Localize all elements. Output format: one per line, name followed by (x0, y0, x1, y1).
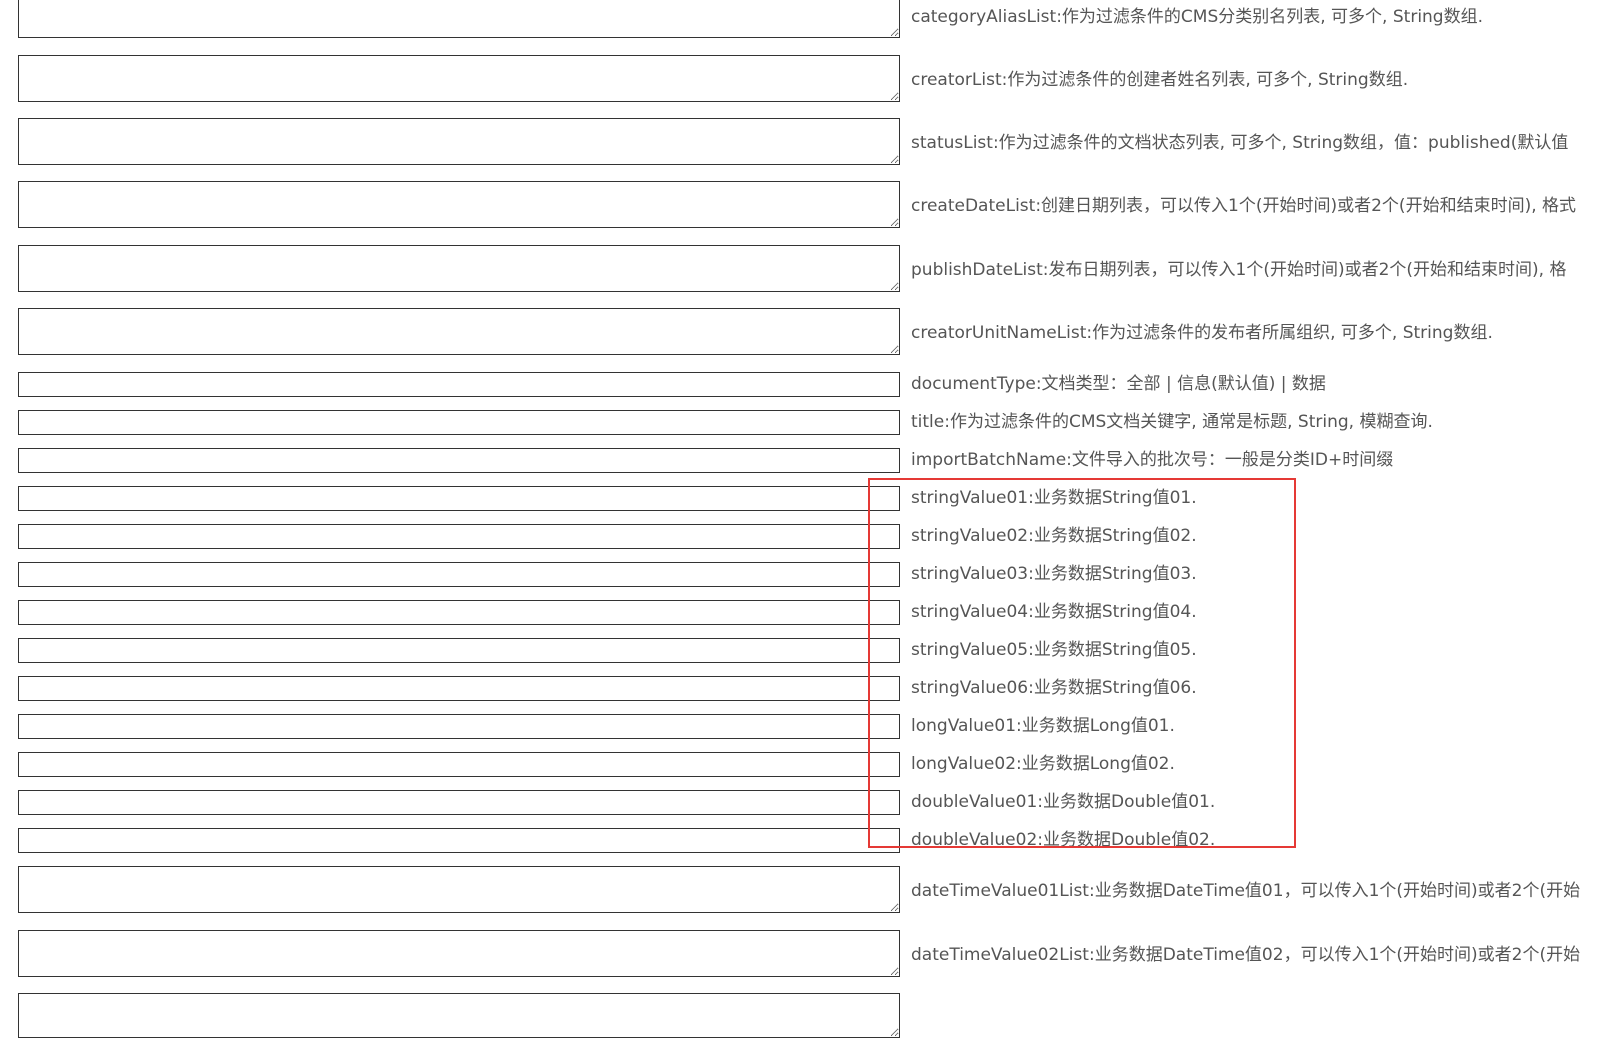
import-batch-name-label: importBatchName:文件导入的批次号：一般是分类ID+时间缀 (911, 450, 1394, 470)
string-value-02-input[interactable] (18, 524, 900, 549)
long-value-02-input[interactable] (18, 752, 900, 777)
creator-unit-name-list-textarea[interactable] (18, 308, 900, 355)
publish-date-list-textarea[interactable] (18, 245, 900, 292)
long-value-02-label: longValue02:业务数据Long值02. (911, 754, 1175, 774)
datetime-value-01-list-label: dateTimeValue01List:业务数据DateTime值01，可以传入… (911, 881, 1581, 901)
category-alias-list-textarea[interactable] (18, 0, 900, 38)
string-value-02-label: stringValue02:业务数据String值02. (911, 526, 1197, 546)
string-value-03-label: stringValue03:业务数据String值03. (911, 564, 1197, 584)
create-date-list-label: createDateList:创建日期列表，可以传入1个(开始时间)或者2个(开… (911, 196, 1577, 216)
double-value-02-label: doubleValue02:业务数据Double值02. (911, 830, 1216, 850)
long-value-01-input[interactable] (18, 714, 900, 739)
document-type-input[interactable] (18, 372, 900, 397)
datetime-value-02-list-label: dateTimeValue02List:业务数据DateTime值02，可以传入… (911, 945, 1581, 965)
creator-unit-name-list-label: creatorUnitNameList:作为过滤条件的发布者所属组织, 可多个,… (911, 323, 1493, 343)
string-value-03-input[interactable] (18, 562, 900, 587)
double-value-01-label: doubleValue01:业务数据Double值01. (911, 792, 1216, 812)
string-value-06-label: stringValue06:业务数据String值06. (911, 678, 1197, 698)
publish-date-list-label: publishDateList:发布日期列表，可以传入1个(开始时间)或者2个(… (911, 260, 1567, 280)
double-value-02-input[interactable] (18, 828, 900, 853)
double-value-01-input[interactable] (18, 790, 900, 815)
string-value-04-input[interactable] (18, 600, 900, 625)
status-list-textarea[interactable] (18, 118, 900, 165)
category-alias-list-label: categoryAliasList:作为过滤条件的CMS分类别名列表, 可多个,… (911, 7, 1484, 27)
datetime-value-02-list-textarea[interactable] (18, 930, 900, 977)
string-value-01-input[interactable] (18, 486, 900, 511)
create-date-list-textarea[interactable] (18, 181, 900, 228)
string-value-06-input[interactable] (18, 676, 900, 701)
string-value-01-label: stringValue01:业务数据String值01. (911, 488, 1197, 508)
document-type-label: documentType:文档类型：全部 | 信息(默认值) | 数据 (911, 374, 1326, 394)
status-list-label: statusList:作为过滤条件的文档状态列表, 可多个, String数组，… (911, 133, 1569, 153)
import-batch-name-input[interactable] (18, 448, 900, 473)
creator-list-label: creatorList:作为过滤条件的创建者姓名列表, 可多个, String数… (911, 70, 1409, 90)
creator-list-textarea[interactable] (18, 55, 900, 102)
string-value-05-input[interactable] (18, 638, 900, 663)
title-input[interactable] (18, 410, 900, 435)
datetime-value-03-list-textarea[interactable] (18, 993, 900, 1038)
string-value-05-label: stringValue05:业务数据String值05. (911, 640, 1197, 660)
title-label: title:作为过滤条件的CMS文档关键字, 通常是标题, String, 模糊… (911, 412, 1433, 432)
long-value-01-label: longValue01:业务数据Long值01. (911, 716, 1175, 736)
string-value-04-label: stringValue04:业务数据String值04. (911, 602, 1197, 622)
datetime-value-01-list-textarea[interactable] (18, 866, 900, 913)
